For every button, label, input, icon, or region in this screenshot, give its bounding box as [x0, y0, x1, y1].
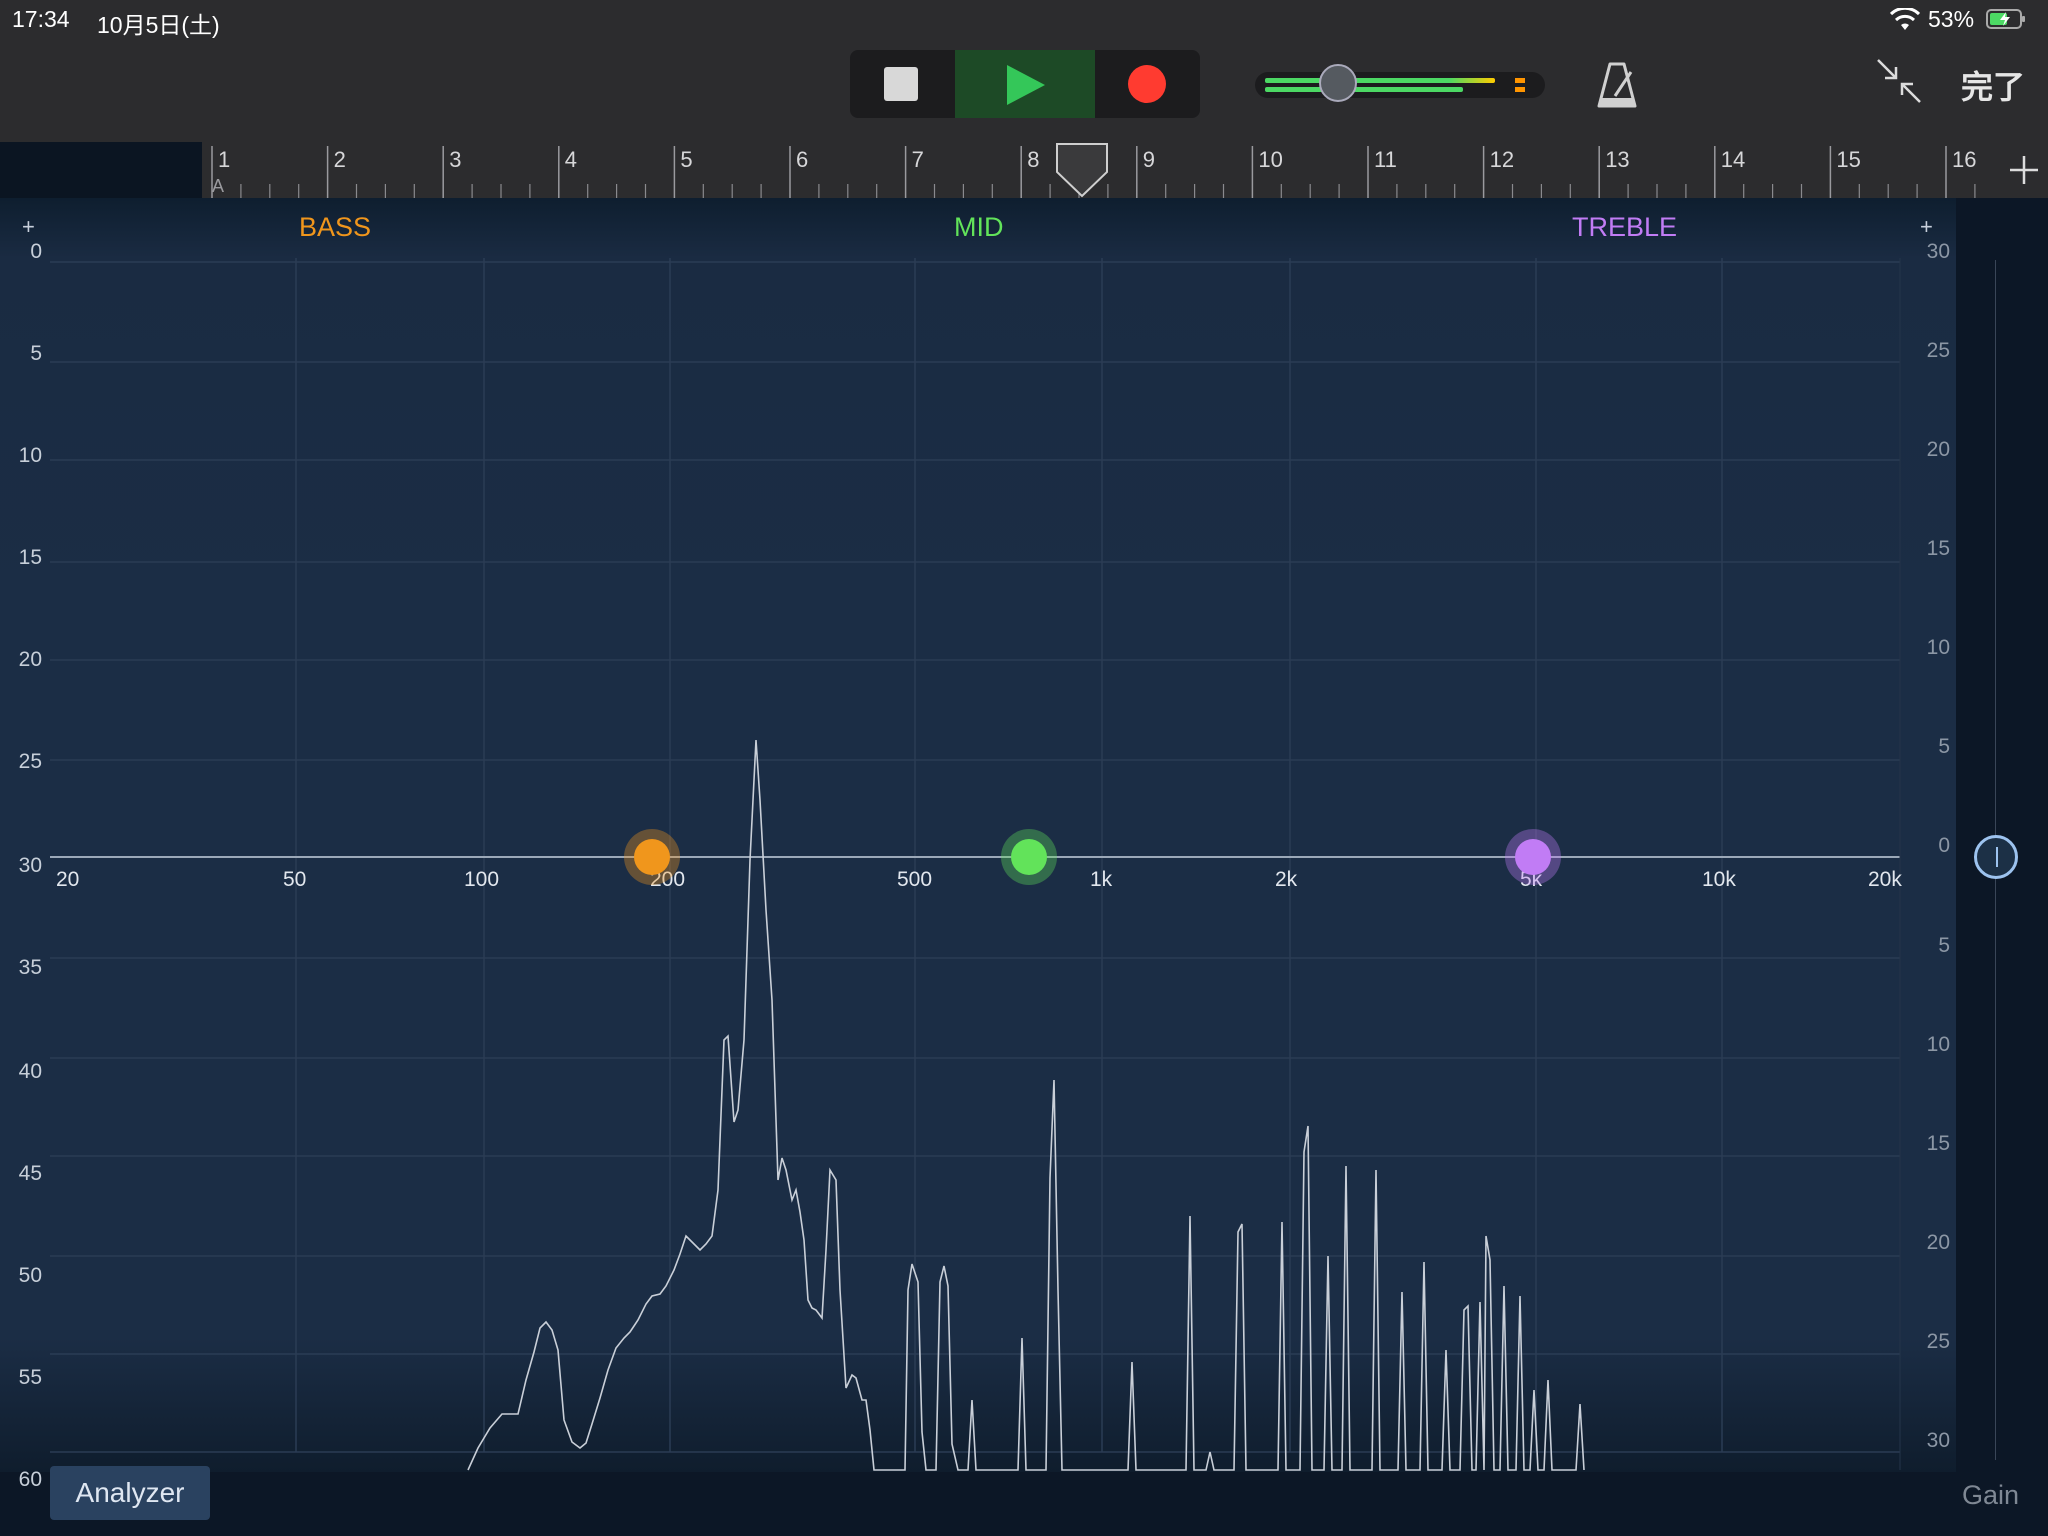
- frequency-tick-label: 20: [56, 868, 80, 891]
- ruler-bar-number: 11: [1374, 147, 1397, 172]
- ruler-bar-number: 7: [912, 147, 924, 172]
- peak-indicator-right: [1515, 87, 1525, 92]
- frequency-tick-label: 500: [897, 868, 933, 891]
- ruler-bar-number: 15: [1836, 147, 1860, 172]
- frequency-tick-label: 100: [464, 868, 500, 891]
- ruler-bar-number: 5: [680, 147, 692, 172]
- section-marker: A: [212, 176, 224, 196]
- stop-button[interactable]: [850, 50, 955, 118]
- ruler-bar-number: 2: [334, 147, 346, 172]
- record-icon: [1128, 65, 1166, 103]
- ruler-bar-number: 13: [1605, 147, 1629, 172]
- status-bar: 17:34 10月5日(土) 53%: [0, 0, 2048, 40]
- db-tick-label: 45: [18, 1162, 42, 1185]
- db-tick-label: 20: [18, 648, 42, 671]
- band-label-bass: BASS: [299, 212, 372, 242]
- eq-node-mid[interactable]: [1001, 829, 1057, 885]
- add-section-button[interactable]: [1998, 142, 2048, 198]
- record-button[interactable]: [1095, 50, 1200, 118]
- analyzer-button[interactable]: Analyzer: [50, 1466, 210, 1520]
- volume-knob[interactable]: [1319, 64, 1357, 102]
- ruler-bar-number: 3: [449, 147, 461, 172]
- plus-icon: [2010, 156, 2038, 184]
- status-date: 10月5日(土): [97, 12, 220, 38]
- eq-node-bass[interactable]: [624, 829, 680, 885]
- gain-tick-label: 10: [1926, 636, 1950, 659]
- frequency-tick-label: 50: [283, 868, 307, 891]
- db-tick-label: 25: [18, 750, 42, 773]
- wifi-icon: [1890, 8, 1920, 30]
- toolbar: 完了: [0, 40, 2048, 142]
- gain-tick-label: 5: [1938, 934, 1950, 957]
- db-tick-label: 0: [30, 240, 42, 263]
- ruler-bar-number: 12: [1490, 147, 1514, 172]
- status-time: 17:34: [12, 6, 70, 32]
- shrink-icon[interactable]: [1876, 58, 1922, 104]
- db-tick-label: 60: [18, 1468, 42, 1491]
- frequency-tick-label: 1k: [1090, 868, 1113, 891]
- gain-tick-label: 0: [1938, 834, 1950, 857]
- gain-tick-label: 20: [1926, 1231, 1950, 1254]
- level-meter-left: [1265, 78, 1495, 83]
- level-meter-right: [1265, 87, 1463, 92]
- frequency-tick-label: 2k: [1275, 868, 1298, 891]
- db-tick-label: 50: [18, 1264, 42, 1287]
- db-tick-label: 55: [18, 1366, 42, 1389]
- ruler-bar-number: 14: [1721, 147, 1745, 172]
- add-low-band-icon[interactable]: +: [22, 214, 35, 240]
- play-icon: [1007, 65, 1045, 105]
- add-high-band-icon[interactable]: +: [1920, 214, 1933, 240]
- ruler-bar-number: 16: [1952, 147, 1976, 172]
- ruler-bar-number: 9: [1143, 147, 1155, 172]
- battery-icon: [1986, 9, 2025, 29]
- gain-tick-label: 30: [1926, 1429, 1950, 1452]
- gain-tick-label: 25: [1926, 339, 1950, 362]
- gain-tick-label: 15: [1926, 537, 1950, 560]
- master-volume-slider[interactable]: [1255, 64, 1545, 102]
- stop-icon: [884, 67, 918, 101]
- frequency-tick-label: 10k: [1702, 868, 1736, 891]
- gain-knob[interactable]: [1974, 835, 2018, 879]
- gain-tick-label: 25: [1926, 1330, 1950, 1353]
- gain-tick-label: 30: [1926, 240, 1950, 263]
- db-tick-label: 40: [18, 1060, 42, 1083]
- gain-label: Gain: [1962, 1480, 2020, 1510]
- gain-tick-label: 10: [1926, 1033, 1950, 1056]
- transport-controls: [850, 50, 1200, 118]
- battery-percent: 53%: [1928, 6, 1975, 32]
- ruler-bar-number: 8: [1027, 147, 1039, 172]
- gain-tick-label: 20: [1926, 438, 1950, 461]
- gain-tick-label: 5: [1938, 735, 1950, 758]
- play-button[interactable]: [955, 50, 1095, 118]
- ruler-bar-number: 6: [796, 147, 808, 172]
- band-label-mid: MID: [954, 212, 1004, 242]
- band-label-treble: TREBLE: [1572, 212, 1678, 242]
- db-tick-label: 30: [18, 854, 42, 877]
- eq-node-treble[interactable]: [1505, 829, 1561, 885]
- ruler-bar-number: 4: [565, 147, 577, 172]
- ruler-bar-number: 1: [218, 147, 230, 172]
- done-button[interactable]: 完了: [1961, 62, 2025, 108]
- db-tick-label: 10: [18, 444, 42, 467]
- gain-tick-label: 15: [1926, 1132, 1950, 1155]
- frequency-tick-label: 20k: [1868, 868, 1902, 891]
- metronome-icon[interactable]: [1595, 60, 1639, 110]
- eq-panel[interactable]: [0, 198, 1956, 1472]
- bottom-bar: [0, 1472, 1956, 1536]
- db-tick-label: 5: [30, 342, 42, 365]
- playhead[interactable]: [1054, 142, 1110, 198]
- peak-indicator-left: [1515, 78, 1525, 83]
- db-tick-label: 15: [18, 546, 42, 569]
- ruler-bar-number: 10: [1258, 147, 1282, 172]
- db-tick-label: 35: [18, 956, 42, 979]
